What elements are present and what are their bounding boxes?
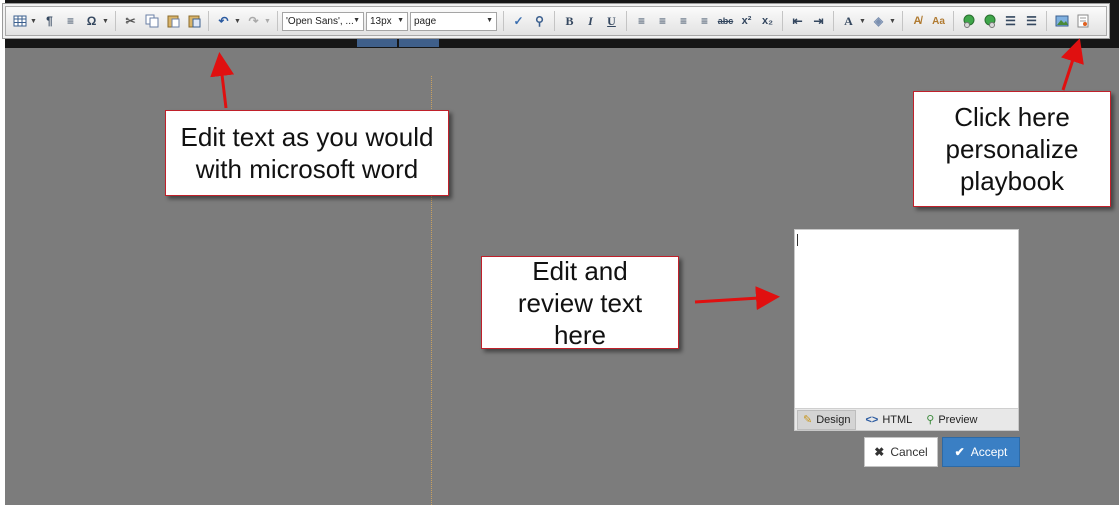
- pencil-icon: ✎: [803, 414, 813, 426]
- italic-icon[interactable]: I: [581, 12, 600, 31]
- table-dropdown-icon[interactable]: ▼: [30, 18, 37, 25]
- align-right-icon[interactable]: ≡: [674, 12, 693, 31]
- tab-html-label: HTML: [882, 413, 913, 426]
- callout-word-editing: Edit text as you would with microsoft wo…: [165, 110, 449, 196]
- toolbar-separator: [115, 11, 116, 31]
- link-icon[interactable]: [959, 12, 978, 31]
- justify-icon[interactable]: ≡: [695, 12, 714, 31]
- align-center-icon[interactable]: ≡: [653, 12, 672, 31]
- font-size-value: 13px: [370, 15, 392, 27]
- format-block-value: page: [414, 15, 437, 27]
- find-replace-icon[interactable]: ⚲: [530, 12, 549, 31]
- ordered-list-icon[interactable]: ☰: [1001, 12, 1020, 31]
- cancel-button[interactable]: ✖ Cancel: [864, 437, 938, 467]
- format-block-select[interactable]: page ▼: [410, 11, 497, 31]
- chevron-down-icon: ▼: [397, 16, 404, 24]
- cancel-label: Cancel: [890, 445, 928, 459]
- tab-design-label: Design: [816, 413, 851, 426]
- callout-personalize: Click here personalize playbook: [913, 91, 1111, 207]
- magnifier-icon: ⚲: [926, 414, 935, 426]
- toolbar-separator: [554, 11, 555, 31]
- toolbar-separator: [277, 11, 278, 31]
- accept-button[interactable]: ✔ Accept: [942, 437, 1020, 467]
- unlink-icon[interactable]: [980, 12, 999, 31]
- paste-word-icon[interactable]: [184, 12, 203, 31]
- font-color-dropdown-icon[interactable]: ▼: [859, 18, 866, 25]
- special-char-dropdown-icon[interactable]: ▼: [102, 18, 109, 25]
- toolbar-separator: [626, 11, 627, 31]
- editor-toolbar: ▼ ¶ ≡ Ω ▼ ✂ ↶ ▼ ↷ ▼ 'Open Sans', ... ▼ 1…: [5, 6, 1107, 36]
- code-icon: <>: [865, 413, 879, 426]
- checkmark-icon: ✔: [954, 445, 965, 459]
- callout-word-text: Edit text as you would with microsoft wo…: [180, 122, 434, 184]
- underline-icon[interactable]: U: [602, 12, 621, 31]
- subscript-icon[interactable]: x₂: [758, 12, 777, 31]
- font-family-value: 'Open Sans', ...: [286, 15, 354, 27]
- paragraph-icon[interactable]: ¶: [40, 12, 59, 31]
- tab-html[interactable]: <> HTML: [860, 410, 917, 430]
- header-tab[interactable]: [357, 36, 397, 47]
- toolbar-separator: [782, 11, 783, 31]
- image-icon[interactable]: [1052, 12, 1071, 31]
- font-size-select[interactable]: 13px ▼: [366, 11, 408, 31]
- callout-personalize-text: Click here personalize playbook: [945, 102, 1079, 196]
- highlight-icon[interactable]: ◈: [869, 12, 888, 31]
- callout-review-text: Edit and review text here: [517, 255, 643, 350]
- personalize-icon[interactable]: [1073, 12, 1092, 31]
- toolbar-separator: [208, 11, 209, 31]
- superscript-icon[interactable]: x²: [737, 12, 756, 31]
- table-icon[interactable]: [10, 12, 29, 31]
- highlight-dropdown-icon[interactable]: ▼: [889, 18, 896, 25]
- editor-mode-tabs: ✎ Design <> HTML ⚲ Preview: [795, 408, 1018, 430]
- spell-check-icon[interactable]: ✓: [509, 12, 528, 31]
- text-editor-area[interactable]: ✎ Design <> HTML ⚲ Preview: [794, 229, 1019, 431]
- toolbar-separator: [902, 11, 903, 31]
- outdent-icon[interactable]: ⇤: [788, 12, 807, 31]
- horizontal-rule-icon[interactable]: ≡: [61, 12, 80, 31]
- format-stripper-icon[interactable]: A̸: [908, 12, 927, 31]
- redo-dropdown-icon[interactable]: ▼: [264, 18, 271, 25]
- bulleted-list-icon[interactable]: ☰: [1022, 12, 1041, 31]
- cut-icon[interactable]: ✂: [121, 12, 140, 31]
- convert-case-icon[interactable]: Aa: [929, 12, 948, 31]
- font-color-icon[interactable]: A: [839, 12, 858, 31]
- toolbar-separator: [833, 11, 834, 31]
- strikethrough-icon[interactable]: abc: [716, 12, 735, 31]
- tab-preview[interactable]: ⚲ Preview: [921, 410, 982, 430]
- bold-icon[interactable]: B: [560, 12, 579, 31]
- toolbar-separator: [1046, 11, 1047, 31]
- toolbar-separator: [953, 11, 954, 31]
- indent-icon[interactable]: ⇥: [809, 12, 828, 31]
- redo-icon[interactable]: ↷: [244, 12, 263, 31]
- paste-icon[interactable]: [163, 12, 182, 31]
- undo-icon[interactable]: ↶: [214, 12, 233, 31]
- chevron-down-icon: ▼: [353, 16, 360, 24]
- tab-design[interactable]: ✎ Design: [797, 409, 857, 430]
- chevron-down-icon: ▼: [486, 16, 493, 24]
- callout-review: Edit and review text here: [481, 255, 679, 350]
- special-char-icon[interactable]: Ω: [82, 12, 101, 31]
- copy-icon[interactable]: [142, 12, 161, 31]
- align-left-icon[interactable]: ≡: [632, 12, 651, 31]
- toolbar-separator: [503, 11, 504, 31]
- accept-label: Accept: [970, 445, 1008, 459]
- undo-dropdown-icon[interactable]: ▼: [234, 18, 241, 25]
- text-caret: [797, 234, 798, 246]
- font-family-select[interactable]: 'Open Sans', ... ▼: [282, 11, 364, 31]
- tab-preview-label: Preview: [938, 413, 978, 426]
- header-tab[interactable]: [399, 36, 439, 47]
- close-icon: ✖: [874, 445, 885, 459]
